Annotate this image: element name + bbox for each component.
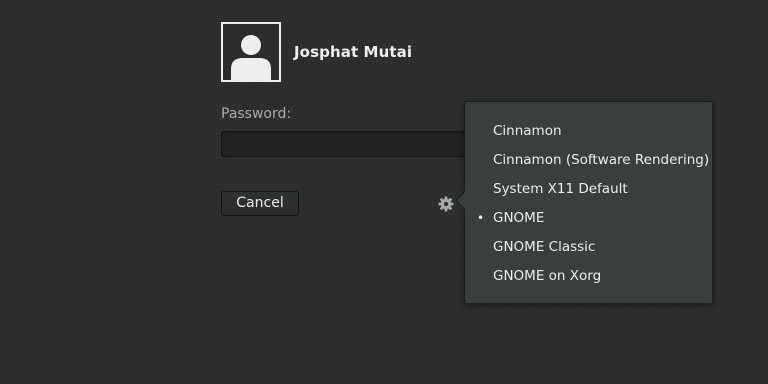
session-menu-item-label: Cinnamon (Software Rendering) (493, 152, 710, 168)
selected-indicator: • (477, 211, 485, 225)
session-menu-item[interactable]: System X11 Default (465, 175, 712, 204)
session-menu-item[interactable]: Cinnamon (Software Rendering) (465, 146, 712, 175)
user-name: Josphat Mutai (294, 43, 413, 61)
user-avatar-icon (221, 22, 281, 82)
session-menu-item-label: GNOME (493, 210, 545, 226)
session-menu-item[interactable]: GNOME on Xorg (465, 262, 712, 291)
password-field[interactable] (221, 131, 471, 157)
session-menu-item-label: GNOME Classic (493, 239, 596, 255)
password-label: Password: (221, 106, 292, 122)
session-menu-item[interactable]: GNOME Classic (465, 233, 712, 262)
session-menu-list: Cinnamon Cinnamon (Software Rendering) Sys… (465, 117, 712, 291)
cancel-button[interactable]: Cancel (221, 191, 299, 216)
session-menu-item[interactable]: Cinnamon (465, 117, 712, 146)
session-menu-item-label: System X11 Default (493, 181, 628, 197)
session-menu-item-label: Cinnamon (493, 123, 562, 139)
session-menu-item[interactable]: • GNOME (465, 204, 712, 233)
session-menu: Cinnamon Cinnamon (Software Rendering) Sys… (455, 101, 713, 304)
gear-icon[interactable] (437, 195, 455, 213)
session-menu-item-label: GNOME on Xorg (493, 268, 602, 284)
